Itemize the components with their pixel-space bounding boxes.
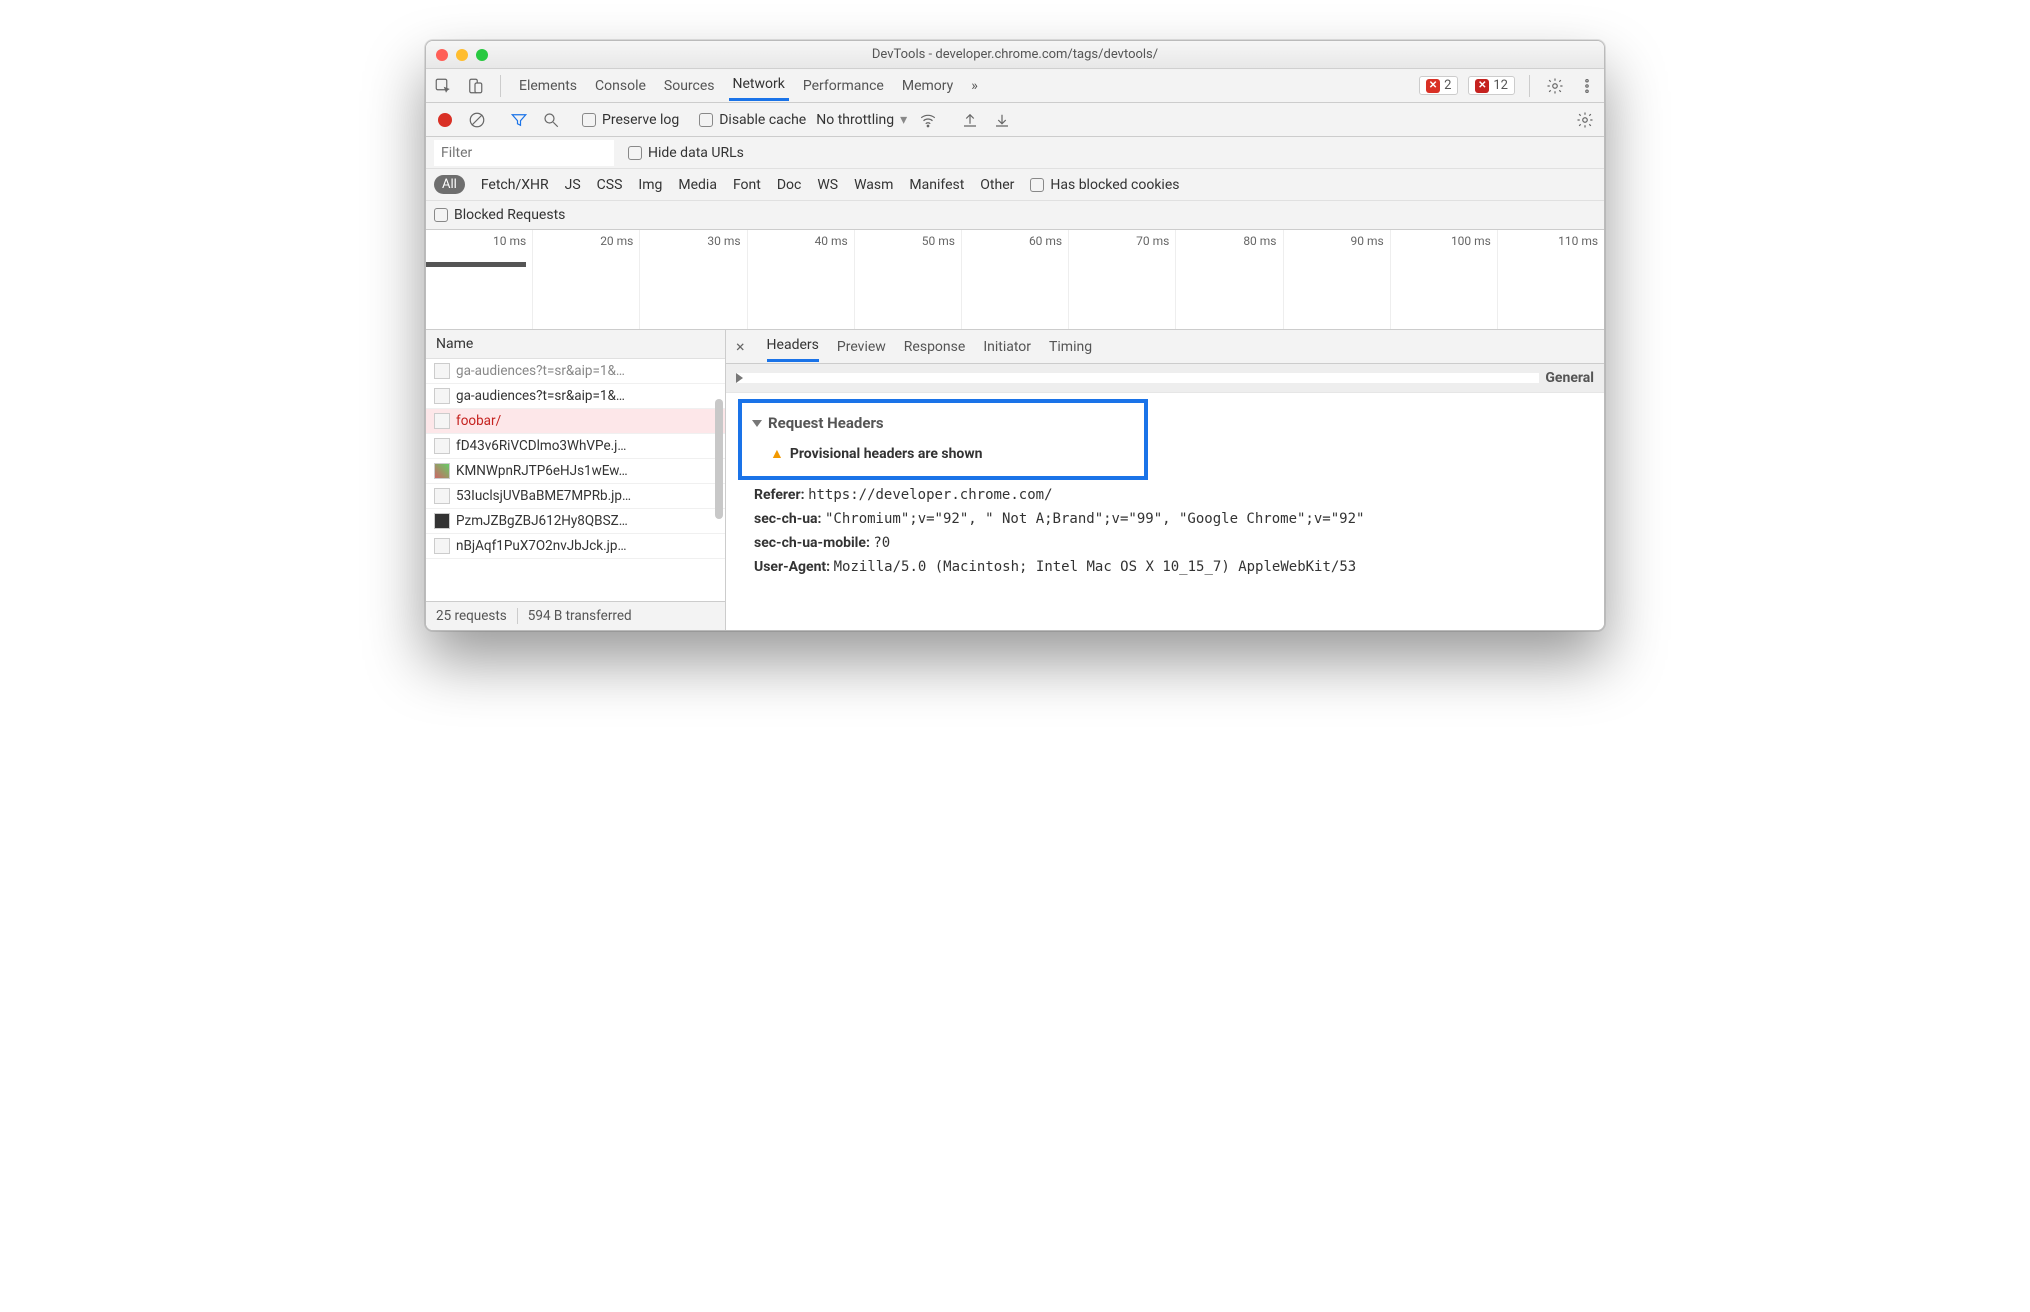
main-toolbar: Elements Console Sources Network Perform… (426, 69, 1604, 103)
name-column-header[interactable]: Name (426, 330, 725, 359)
network-conditions-icon[interactable] (917, 109, 939, 131)
tab-elements[interactable]: Elements (515, 72, 581, 100)
request-status-bar: 25 requests 594 B transferred (426, 601, 725, 630)
request-row[interactable]: PzmJZBgZBJ612Hy8QBSZ… (426, 509, 725, 534)
throttling-select[interactable]: No throttling▾ (816, 112, 907, 128)
issue-count-badge[interactable]: ✕12 (1468, 76, 1515, 95)
preserve-log-checkbox[interactable]: Preserve log (582, 112, 679, 128)
transferred-size: 594 B transferred (528, 608, 632, 624)
filter-ws[interactable]: WS (817, 177, 838, 193)
request-row[interactable]: fD43v6RiVCDlmo3WhVPe.j… (426, 434, 725, 459)
error-count: 2 (1444, 78, 1451, 93)
disable-cache-checkbox[interactable]: Disable cache (699, 112, 806, 128)
record-button[interactable] (434, 109, 456, 131)
filter-wasm[interactable]: Wasm (854, 177, 893, 193)
network-toolbar: Preserve log Disable cache No throttling… (426, 103, 1604, 137)
hide-data-urls-checkbox[interactable]: Hide data URLs (628, 145, 744, 161)
filter-js[interactable]: JS (565, 177, 581, 193)
request-row[interactable]: ga-audiences?t=sr&aip=1&… (426, 359, 725, 384)
detail-tab-headers[interactable]: Headers (767, 331, 819, 362)
filter-css[interactable]: CSS (597, 177, 623, 193)
blocked-requests-row: Blocked Requests (426, 201, 1604, 230)
network-settings-icon[interactable] (1574, 109, 1596, 131)
request-count: 25 requests (436, 608, 507, 624)
timeline-overview[interactable]: 10 ms 20 ms 30 ms 40 ms 50 ms 60 ms 70 m… (426, 230, 1604, 330)
filter-manifest[interactable]: Manifest (909, 177, 964, 193)
close-window-button[interactable] (436, 49, 448, 61)
request-row-selected[interactable]: foobar/ (426, 409, 725, 434)
general-section[interactable]: General (726, 364, 1604, 393)
upload-har-icon[interactable] (959, 109, 981, 131)
filter-icon[interactable] (508, 109, 530, 131)
error-count-badge[interactable]: ✕2 (1419, 76, 1458, 95)
request-row[interactable]: nBjAqf1PuX7O2nvJbJck.jp… (426, 534, 725, 559)
more-icon[interactable] (1576, 75, 1598, 97)
window-controls (436, 49, 488, 61)
filter-doc[interactable]: Doc (777, 177, 802, 193)
clear-icon[interactable] (466, 109, 488, 131)
tab-sources[interactable]: Sources (660, 72, 719, 100)
request-row[interactable]: KMNWpnRJTP6eHJs1wEw… (426, 459, 725, 484)
filter-font[interactable]: Font (733, 177, 761, 193)
settings-icon[interactable] (1544, 75, 1566, 97)
download-har-icon[interactable] (991, 109, 1013, 131)
issue-count: 12 (1493, 78, 1508, 93)
tab-network[interactable]: Network (729, 70, 789, 101)
zoom-window-button[interactable] (476, 49, 488, 61)
detail-tabs: × Headers Preview Response Initiator Tim… (726, 330, 1604, 364)
chevron-down-icon[interactable] (752, 420, 762, 427)
filter-bar: Hide data URLs (426, 137, 1604, 169)
window-title: DevTools - developer.chrome.com/tags/dev… (426, 47, 1604, 62)
filter-all[interactable]: All (434, 175, 465, 194)
minimize-window-button[interactable] (456, 49, 468, 61)
detail-tab-initiator[interactable]: Initiator (983, 333, 1031, 361)
detail-tab-response[interactable]: Response (904, 333, 966, 361)
filter-media[interactable]: Media (678, 177, 717, 193)
scrollbar[interactable] (715, 399, 723, 519)
device-toolbar-icon[interactable] (464, 75, 486, 97)
network-split: Name ga-audiences?t=sr&aip=1&… ga-audien… (426, 330, 1604, 630)
request-row[interactable]: ga-audiences?t=sr&aip=1&… (426, 384, 725, 409)
provisional-message: Provisional headers are shown (790, 446, 983, 462)
provisional-callout: Request Headers ▲Provisional headers are… (738, 399, 1148, 480)
devtools-window: DevTools - developer.chrome.com/tags/dev… (425, 40, 1605, 631)
tab-console[interactable]: Console (591, 72, 650, 100)
type-filter-row: All Fetch/XHR JS CSS Img Media Font Doc … (426, 169, 1604, 201)
warning-icon: ▲ (770, 446, 784, 462)
request-row[interactable]: 53IuclsjUVBaBME7MPRb.jp… (426, 484, 725, 509)
filter-other[interactable]: Other (980, 177, 1014, 193)
request-headers-section: Request Headers ▲Provisional headers are… (726, 393, 1604, 589)
detail-tab-preview[interactable]: Preview (837, 333, 886, 361)
request-detail: × Headers Preview Response Initiator Tim… (726, 330, 1604, 630)
tab-memory[interactable]: Memory (898, 72, 957, 100)
blocked-cookies-checkbox[interactable]: Has blocked cookies (1030, 177, 1179, 193)
request-list: Name ga-audiences?t=sr&aip=1&… ga-audien… (426, 330, 726, 630)
detail-tab-timing[interactable]: Timing (1049, 333, 1092, 361)
tab-performance[interactable]: Performance (799, 72, 888, 100)
chevron-right-icon (736, 373, 1539, 383)
titlebar: DevTools - developer.chrome.com/tags/dev… (426, 41, 1604, 69)
filter-img[interactable]: Img (638, 177, 662, 193)
inspect-element-icon[interactable] (432, 75, 454, 97)
blocked-requests-checkbox[interactable]: Blocked Requests (434, 207, 565, 223)
filter-input[interactable] (434, 140, 614, 166)
filter-fetchxhr[interactable]: Fetch/XHR (481, 177, 549, 193)
tabs-overflow[interactable]: » (967, 72, 982, 100)
close-detail-icon[interactable]: × (736, 337, 745, 356)
search-icon[interactable] (540, 109, 562, 131)
